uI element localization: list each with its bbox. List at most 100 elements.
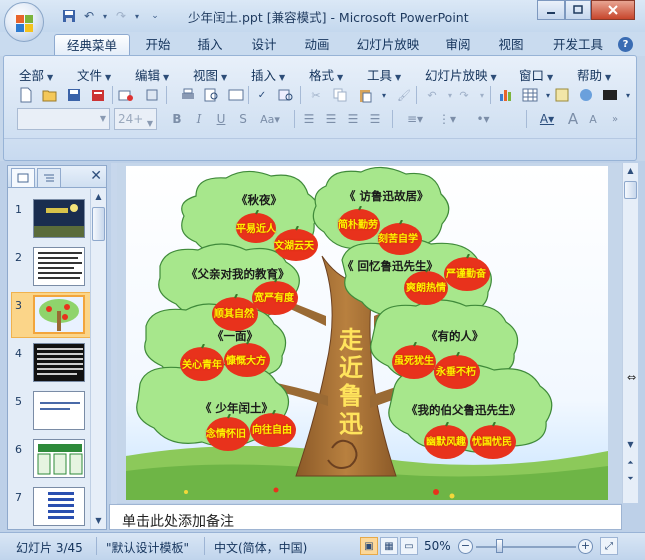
undo-icon[interactable]: ↶	[422, 85, 442, 105]
tab-insert[interactable]: 插入	[190, 34, 230, 56]
customize-qat-icon[interactable]: ⌄	[146, 7, 164, 25]
thumbnail-scrollbar[interactable]: ▲ ▼	[90, 189, 106, 529]
tab-outline[interactable]	[37, 168, 61, 187]
menu-all[interactable]: 全部 ▼	[19, 65, 53, 84]
attach-icon[interactable]	[142, 85, 162, 105]
align-center-icon[interactable]: ☰	[322, 110, 340, 128]
redo-dropdown-icon[interactable]: ▾	[128, 7, 146, 25]
resize-handle-icon[interactable]: ⇔	[627, 371, 636, 384]
scrollbar-thumb[interactable]	[92, 207, 105, 241]
slide-scrollbar[interactable]: ▲ ▼ ⏶ ⏷	[622, 163, 638, 503]
menu-edit[interactable]: 编辑 ▼	[135, 65, 169, 84]
paste-dropdown-icon[interactable]: ▾	[374, 85, 394, 105]
menu-help[interactable]: 帮助 ▼	[577, 65, 611, 84]
slide-sorter-view-icon[interactable]: ▦	[380, 537, 398, 555]
align-right-icon[interactable]: ☰	[344, 110, 362, 128]
scroll-up-icon[interactable]: ▲	[91, 189, 106, 204]
tab-animation[interactable]: 动画	[297, 34, 337, 56]
cut-icon[interactable]: ✂	[306, 85, 326, 105]
slide-thumbnail[interactable]	[33, 487, 85, 526]
tab-review[interactable]: 审阅	[438, 34, 478, 56]
print-icon[interactable]	[178, 85, 198, 105]
slide-thumbnail[interactable]	[33, 247, 85, 286]
redo-icon[interactable]: ↷	[454, 85, 474, 105]
slide-thumbnail[interactable]	[33, 391, 85, 430]
normal-view-icon[interactable]: ▣	[360, 537, 378, 555]
scroll-down-icon[interactable]: ▼	[623, 437, 638, 452]
menu-view[interactable]: 视图 ▼	[193, 65, 227, 84]
slide-canvas[interactable]: 《秋夜》 《 访鲁迅故居》 《父亲对我的教育》 《 回忆鲁迅先生》 《一面》 《…	[126, 166, 608, 500]
underline-icon[interactable]: U	[212, 110, 230, 128]
email-icon[interactable]	[116, 85, 136, 105]
zoom-in-icon[interactable]: +	[578, 539, 593, 554]
scroll-down-icon[interactable]: ▼	[91, 513, 106, 528]
fit-to-window-icon[interactable]: ⤢	[600, 537, 618, 555]
grow-font-icon[interactable]: A	[564, 110, 582, 128]
previous-slide-icon[interactable]: ⏶	[623, 455, 638, 470]
slide-thumbnail[interactable]	[33, 439, 85, 478]
scroll-up-icon[interactable]: ▲	[623, 163, 638, 178]
bullets-icon[interactable]: •▾	[470, 110, 496, 128]
change-case-icon[interactable]: Aa▾	[256, 110, 284, 128]
redo-dropdown-icon[interactable]: ▾	[472, 85, 492, 105]
font-name-combobox[interactable]: ▼	[17, 108, 110, 130]
research-icon[interactable]	[276, 85, 296, 105]
italic-icon[interactable]: I	[190, 110, 208, 128]
notes-pane[interactable]: 单击此处添加备注	[109, 504, 622, 530]
shrink-font-icon[interactable]: A	[584, 110, 602, 128]
menu-window[interactable]: 窗口 ▼	[519, 65, 553, 84]
line-spacing-icon[interactable]: ≡▾	[402, 110, 428, 128]
menu-slideshow[interactable]: 幻灯片放映 ▼	[425, 65, 497, 84]
scrollbar-thumb[interactable]	[624, 181, 637, 199]
tab-slides[interactable]	[11, 168, 35, 187]
template-name[interactable]: "默认设计模板"	[106, 539, 189, 556]
save-icon[interactable]	[60, 7, 78, 25]
spelling-icon[interactable]: ✓	[252, 85, 272, 105]
copy-icon[interactable]	[330, 85, 350, 105]
shadow-icon[interactable]: S	[234, 110, 252, 128]
bold-icon[interactable]: B	[168, 110, 186, 128]
display-icon[interactable]	[600, 85, 620, 105]
align-left-icon[interactable]: ☰	[300, 110, 318, 128]
menu-tools[interactable]: 工具 ▼	[367, 65, 401, 84]
minimize-button[interactable]	[537, 0, 565, 20]
zoom-out-icon[interactable]: −	[458, 539, 473, 554]
slide-thumbnail[interactable]	[33, 343, 85, 382]
zoom-slider-knob[interactable]	[496, 539, 503, 553]
tab-home[interactable]: 开始	[138, 34, 178, 56]
font-color-icon[interactable]: A▾	[534, 110, 560, 128]
close-button[interactable]	[591, 0, 635, 20]
justify-icon[interactable]: ☰	[366, 110, 384, 128]
color-grayscale-icon[interactable]	[576, 85, 596, 105]
table-icon[interactable]	[520, 85, 540, 105]
slide-thumbnail-selected[interactable]	[33, 295, 85, 334]
close-icon[interactable]: ✕	[90, 168, 102, 184]
format-painter-icon[interactable]: 🖌	[394, 85, 414, 105]
slide-thumbnail[interactable]	[33, 199, 85, 238]
zoom-slider[interactable]	[476, 546, 576, 548]
slideshow-view-icon[interactable]: ▭	[400, 537, 418, 555]
zoom-level[interactable]: 50%	[424, 539, 451, 553]
tab-developer[interactable]: 开发工具	[545, 34, 611, 56]
tab-design[interactable]: 设计	[244, 34, 284, 56]
new-icon[interactable]	[16, 85, 36, 105]
tab-slideshow[interactable]: 幻灯片放映	[350, 34, 426, 56]
office-button[interactable]	[4, 2, 44, 42]
more-icon[interactable]: »	[606, 110, 624, 128]
menu-insert[interactable]: 插入 ▼	[251, 65, 285, 84]
next-slide-icon[interactable]: ⏷	[623, 471, 638, 486]
save-icon[interactable]	[64, 85, 84, 105]
print-preview-icon[interactable]	[202, 85, 222, 105]
language-status[interactable]: 中文(简体，中国)	[214, 539, 307, 556]
permission-icon[interactable]	[88, 85, 108, 105]
menu-format[interactable]: 格式 ▼	[309, 65, 343, 84]
maximize-button[interactable]	[565, 0, 591, 20]
grid-icon[interactable]	[552, 85, 572, 105]
display-dropdown-icon[interactable]: ▾	[618, 85, 638, 105]
help-icon[interactable]: ?	[618, 37, 633, 52]
numbering-icon[interactable]: ⋮▾	[434, 110, 460, 128]
menu-file[interactable]: 文件 ▼	[77, 65, 111, 84]
chart-icon[interactable]	[496, 85, 516, 105]
paste-icon[interactable]	[356, 85, 376, 105]
layout-icon[interactable]	[226, 85, 246, 105]
